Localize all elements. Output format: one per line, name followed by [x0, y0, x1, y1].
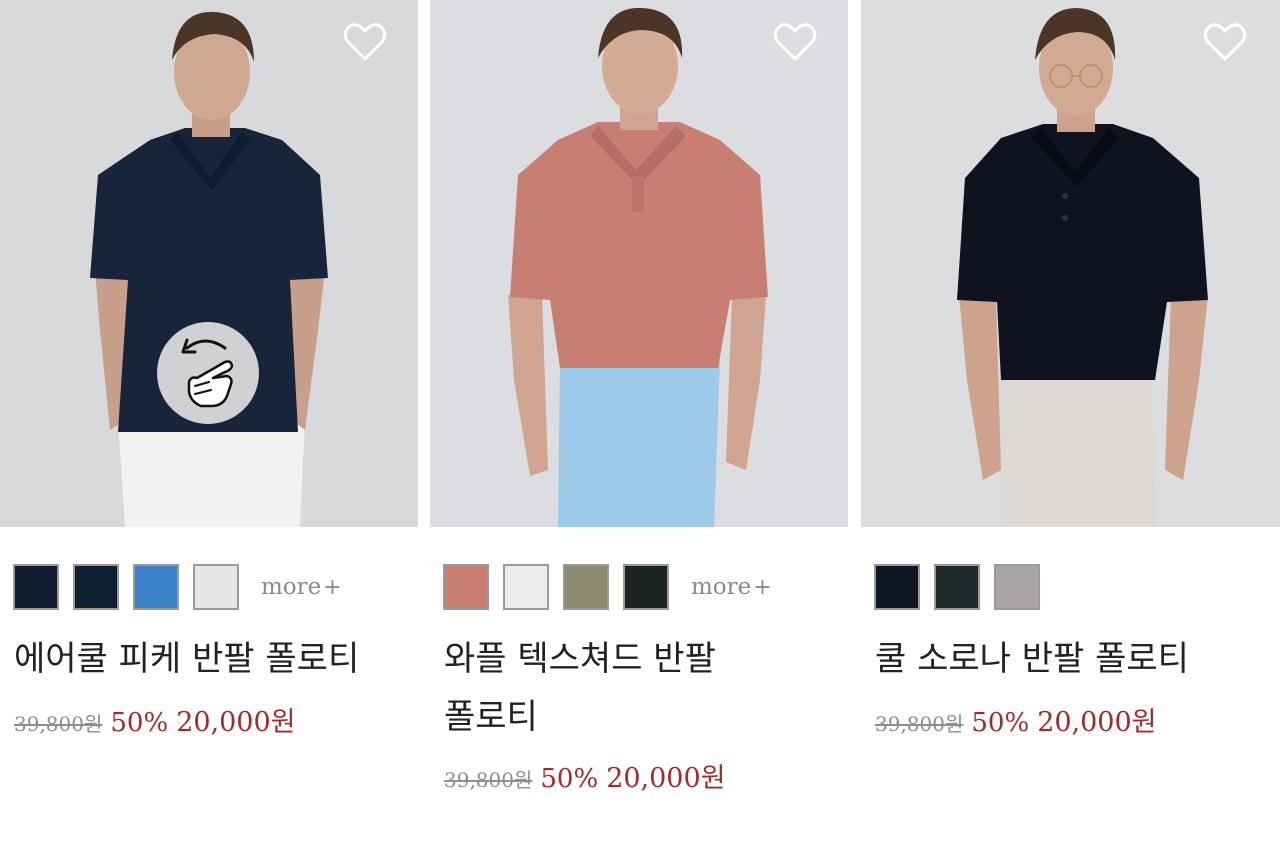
color-swatch-4[interactable]	[623, 564, 669, 610]
plus-icon: +	[753, 575, 772, 600]
original-price: 39,800원	[875, 712, 964, 736]
color-swatch-1[interactable]	[874, 564, 920, 610]
color-swatches: more+	[443, 562, 772, 612]
color-swatch-2[interactable]	[73, 564, 119, 610]
discount-rate: 50%	[540, 764, 599, 794]
price-row: 39,800원 50% 20,000원	[875, 700, 1157, 739]
product-image[interactable]	[0, 0, 418, 527]
product-name-line-2: 폴로티	[444, 697, 538, 737]
price-row: 39,800원 50% 20,000원	[14, 700, 296, 739]
plus-icon: +	[323, 575, 342, 600]
product-image[interactable]	[861, 0, 1280, 527]
color-swatch-4[interactable]	[193, 564, 239, 610]
more-colors-link[interactable]: more+	[691, 574, 772, 600]
price-row: 39,800원 50% 20,000원	[444, 756, 726, 795]
more-colors-link[interactable]: more+	[261, 574, 342, 600]
color-swatch-3[interactable]	[563, 564, 609, 610]
color-swatch-2[interactable]	[503, 564, 549, 610]
sale-price: 20,000원	[606, 763, 726, 794]
heart-outline-icon[interactable]	[773, 22, 817, 62]
product-name[interactable]: 에어쿨 피케 반팔 폴로티	[14, 630, 359, 688]
product-name[interactable]: 와플 텍스쳐드 반팔 폴로티	[444, 630, 716, 746]
sale-price: 20,000원	[1037, 707, 1157, 738]
product-image[interactable]	[430, 0, 848, 527]
product-name[interactable]: 쿨 소로나 반팔 폴로티	[875, 630, 1189, 688]
discount-rate: 50%	[971, 708, 1030, 738]
color-swatch-1[interactable]	[443, 564, 489, 610]
swipe-gesture-icon	[157, 322, 259, 424]
discount-rate: 50%	[110, 708, 169, 738]
color-swatches: more+	[13, 562, 342, 612]
sale-price: 20,000원	[176, 707, 296, 738]
color-swatch-1[interactable]	[13, 564, 59, 610]
heart-outline-icon[interactable]	[343, 22, 387, 62]
original-price: 39,800원	[14, 712, 103, 736]
color-swatch-2[interactable]	[934, 564, 980, 610]
color-swatch-3[interactable]	[133, 564, 179, 610]
original-price: 39,800원	[444, 768, 533, 792]
color-swatches	[874, 562, 1054, 612]
product-name-line-1: 와플 텍스쳐드 반팔	[444, 639, 716, 679]
heart-outline-icon[interactable]	[1203, 22, 1247, 62]
color-swatch-3[interactable]	[994, 564, 1040, 610]
